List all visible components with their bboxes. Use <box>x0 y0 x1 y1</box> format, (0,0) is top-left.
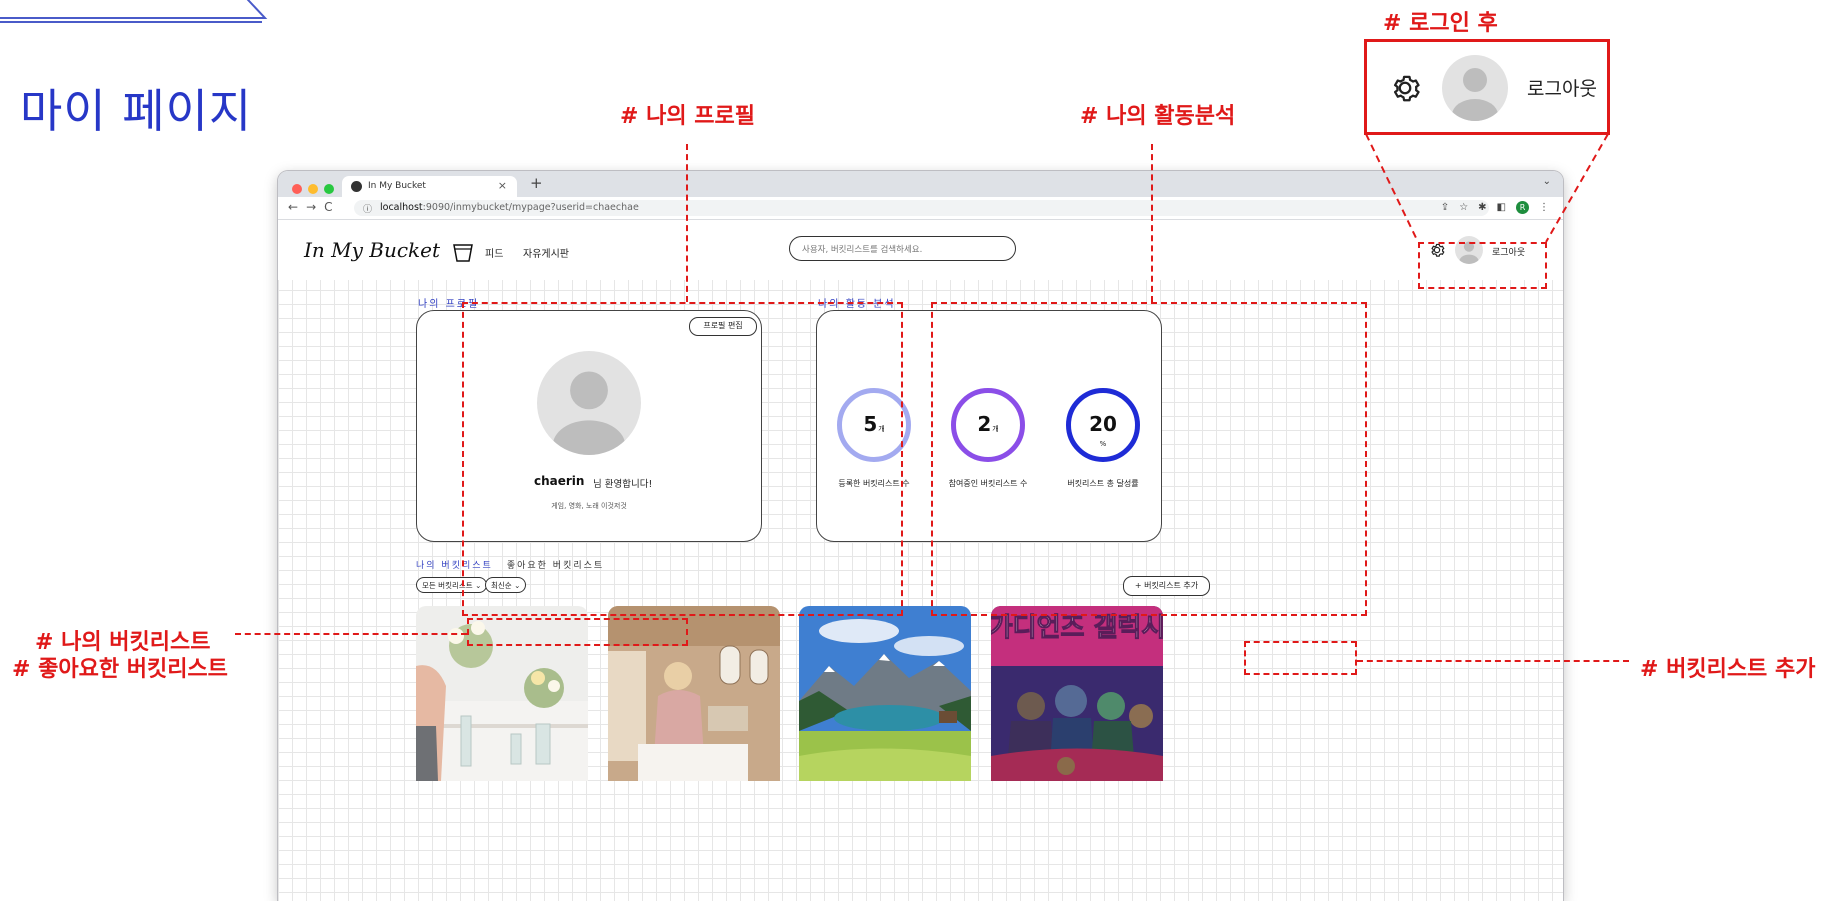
new-tab-button[interactable]: + <box>530 174 543 192</box>
gear-icon[interactable] <box>1387 70 1423 106</box>
logout-button[interactable]: 로그아웃 <box>1527 74 1597 101</box>
window-controls <box>292 179 340 198</box>
avatar[interactable] <box>1442 55 1508 121</box>
reload-icon[interactable]: C <box>324 200 340 214</box>
annotation-login-after: # 로그인 후 <box>1383 11 1498 36</box>
annotation-add-bucketlist: # 버킷리스트 추가 <box>1640 657 1816 682</box>
connector-line <box>686 144 688 302</box>
site-logo-text: In My Bucket <box>304 238 441 262</box>
connector-line <box>1357 660 1629 662</box>
maximize-window-button[interactable] <box>324 184 334 194</box>
nav-tab-shape <box>0 0 268 23</box>
activity-highlight-box <box>931 302 1367 616</box>
bucketlist-card-image[interactable]: 가디언즈 갤럭시 <box>991 606 1163 781</box>
annotation-liked-bucketlist: # 좋아요한 버킷리스트 <box>12 657 228 682</box>
poster-text: 가디언즈 갤럭시 <box>991 613 1163 643</box>
mountain-lake-image <box>799 606 971 781</box>
tab-title: In My Bucket <box>368 181 426 191</box>
site-logo[interactable]: In My Bucket <box>304 238 474 263</box>
minimize-window-button[interactable] <box>308 184 318 194</box>
close-window-button[interactable] <box>292 184 302 194</box>
movie-poster-image: 가디언즈 갤럭시 <box>991 606 1163 781</box>
nav-board[interactable]: 자유게시판 <box>523 245 569 260</box>
bucket-icon <box>453 243 474 262</box>
favicon-icon <box>351 181 362 192</box>
page-title: 마이 페이지 <box>20 84 253 138</box>
forward-icon[interactable]: → <box>306 200 324 214</box>
add-button-highlight-box <box>1244 641 1357 675</box>
back-icon[interactable]: ← <box>288 200 306 214</box>
annotation-my-profile: # 나의 프로필 <box>620 104 755 129</box>
nav-buttons: ←→C <box>288 200 341 214</box>
connector-line <box>1151 144 1153 302</box>
browser-tab[interactable]: In My Bucket × <box>342 176 517 197</box>
bucketlist-card-image[interactable] <box>799 606 971 781</box>
close-tab-icon[interactable]: × <box>498 179 507 192</box>
bucketlist-tabs-highlight-box <box>467 618 688 646</box>
url-input[interactable]: ⓘ localhost:9090/inmybucket/mypage?useri… <box>354 200 1489 216</box>
annotation-my-activity: # 나의 활동분석 <box>1080 104 1236 129</box>
connector-lines <box>1365 133 1609 243</box>
profile-highlight-box <box>462 302 903 616</box>
search-input[interactable]: 사용자, 버킷리스트를 검색하세요. <box>789 236 1016 261</box>
login-zoom-box: 로그아웃 <box>1364 39 1610 135</box>
info-icon[interactable]: ⓘ <box>363 202 372 215</box>
url-path: :9090/inmybucket/mypage?userid=chaechae <box>422 202 639 213</box>
nav-feed[interactable]: 피드 <box>485 245 503 260</box>
url-host: localhost <box>380 202 423 213</box>
connector-line <box>235 633 467 635</box>
